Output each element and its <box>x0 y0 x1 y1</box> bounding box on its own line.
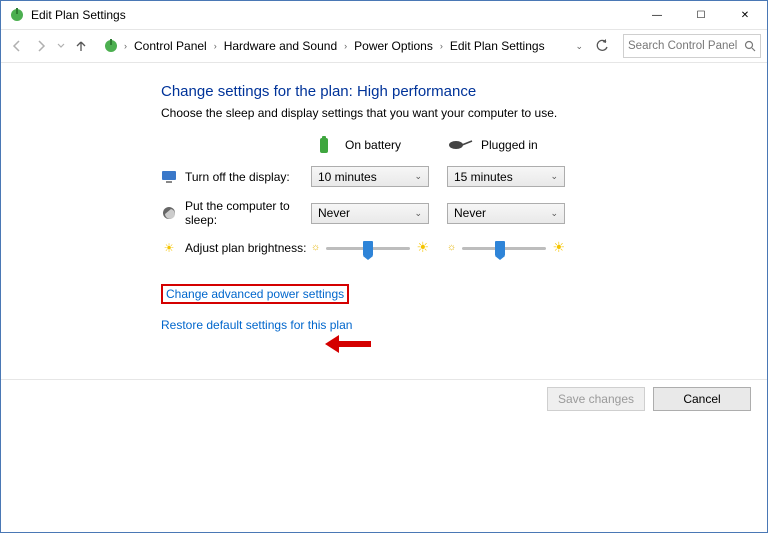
chevron-down-icon: ⌄ <box>550 171 558 182</box>
address-bar[interactable]: › Control Panel › Hardware and Sound › P… <box>99 35 591 57</box>
button-separator <box>1 379 767 380</box>
highlight-box: Change advanced power settings <box>161 284 349 304</box>
row-sleep: Put the computer to sleep: <box>161 199 311 227</box>
restore-defaults-link[interactable]: Restore default settings for this plan <box>161 318 352 332</box>
advanced-settings-link[interactable]: Change advanced power settings <box>166 287 344 301</box>
maximize-button[interactable]: ☐ <box>679 1 723 29</box>
page-heading: Change settings for the plan: High perfo… <box>161 83 757 100</box>
nav-back-button[interactable] <box>7 36 27 56</box>
window-title: Edit Plan Settings <box>31 8 126 22</box>
nav-toolbar: › Control Panel › Hardware and Sound › P… <box>1 29 767 63</box>
titlebar-left: Edit Plan Settings <box>9 7 126 23</box>
titlebar: Edit Plan Settings — ☐ ✕ <box>1 1 767 29</box>
save-button[interactable]: Save changes <box>547 387 645 411</box>
nav-recent-button[interactable] <box>55 36 67 56</box>
search-input[interactable]: Search Control Panel <box>623 34 761 58</box>
chevron-right-icon: › <box>438 41 445 51</box>
chevron-down-icon: ⌄ <box>414 171 422 182</box>
column-header-battery: On battery <box>311 136 431 154</box>
sleep-plugged-value: Never <box>454 206 486 220</box>
sleep-icon <box>161 205 177 221</box>
address-dropdown-icon[interactable]: ⌄ <box>575 41 583 52</box>
column-header-battery-label: On battery <box>345 138 401 152</box>
cancel-button[interactable]: Cancel <box>653 387 751 411</box>
column-header-plugged: Plugged in <box>447 136 567 154</box>
display-battery-value: 10 minutes <box>318 170 377 184</box>
display-icon <box>161 169 177 185</box>
row-sleep-label: Put the computer to sleep: <box>185 199 311 227</box>
sleep-plugged-dropdown[interactable]: Never ⌄ <box>447 203 565 224</box>
chevron-down-icon: ⌄ <box>550 208 558 219</box>
row-display-label: Turn off the display: <box>185 170 290 184</box>
chevron-down-icon: ⌄ <box>414 208 422 219</box>
breadcrumb-item[interactable]: Power Options <box>352 39 435 53</box>
address-icon <box>103 38 119 54</box>
nav-forward-button[interactable] <box>31 36 51 56</box>
settings-grid: On battery Plugged in Turn off the displ… <box>161 136 757 256</box>
chevron-right-icon: › <box>212 41 219 51</box>
display-battery-dropdown[interactable]: 10 minutes ⌄ <box>311 166 429 187</box>
display-plugged-dropdown[interactable]: 15 minutes ⌄ <box>447 166 565 187</box>
chevron-right-icon: › <box>342 41 349 51</box>
sun-max-icon: ☀ <box>552 239 565 256</box>
brightness-plugged-slider[interactable]: ☼ ☀ <box>447 239 565 256</box>
app-icon <box>9 7 25 23</box>
breadcrumb-item[interactable]: Control Panel <box>132 39 209 53</box>
plug-icon <box>447 136 473 154</box>
chevron-right-icon: › <box>122 41 129 51</box>
nav-up-button[interactable] <box>71 36 91 56</box>
breadcrumb-item[interactable]: Hardware and Sound <box>222 39 339 53</box>
display-plugged-value: 15 minutes <box>454 170 513 184</box>
row-display: Turn off the display: <box>161 169 311 185</box>
sleep-battery-value: Never <box>318 206 350 220</box>
links-section: Change advanced power settings Restore d… <box>161 284 757 332</box>
brightness-battery-slider[interactable]: ☼ ☀ <box>311 239 429 256</box>
window-controls: — ☐ ✕ <box>635 1 767 29</box>
search-icon <box>744 40 756 52</box>
page-subtext: Choose the sleep and display settings th… <box>161 106 757 120</box>
refresh-button[interactable] <box>595 39 613 53</box>
annotation-arrow <box>325 335 371 353</box>
row-brightness: ☀ Adjust plan brightness: <box>161 240 311 256</box>
brightness-icon: ☀ <box>161 240 177 256</box>
sun-max-icon: ☀ <box>416 239 429 256</box>
column-header-plugged-label: Plugged in <box>481 138 538 152</box>
content-area: Change settings for the plan: High perfo… <box>1 63 767 342</box>
window: Edit Plan Settings — ☐ ✕ › Control Panel… <box>0 0 768 533</box>
sleep-battery-dropdown[interactable]: Never ⌄ <box>311 203 429 224</box>
close-button[interactable]: ✕ <box>723 1 767 29</box>
row-brightness-label: Adjust plan brightness: <box>185 241 306 255</box>
breadcrumb-item[interactable]: Edit Plan Settings <box>448 39 547 53</box>
button-row: Save changes Cancel <box>547 387 751 411</box>
sun-min-icon: ☼ <box>311 242 320 253</box>
battery-icon <box>311 136 337 154</box>
sun-min-icon: ☼ <box>447 242 456 253</box>
minimize-button[interactable]: — <box>635 1 679 29</box>
search-placeholder: Search Control Panel <box>628 40 737 52</box>
